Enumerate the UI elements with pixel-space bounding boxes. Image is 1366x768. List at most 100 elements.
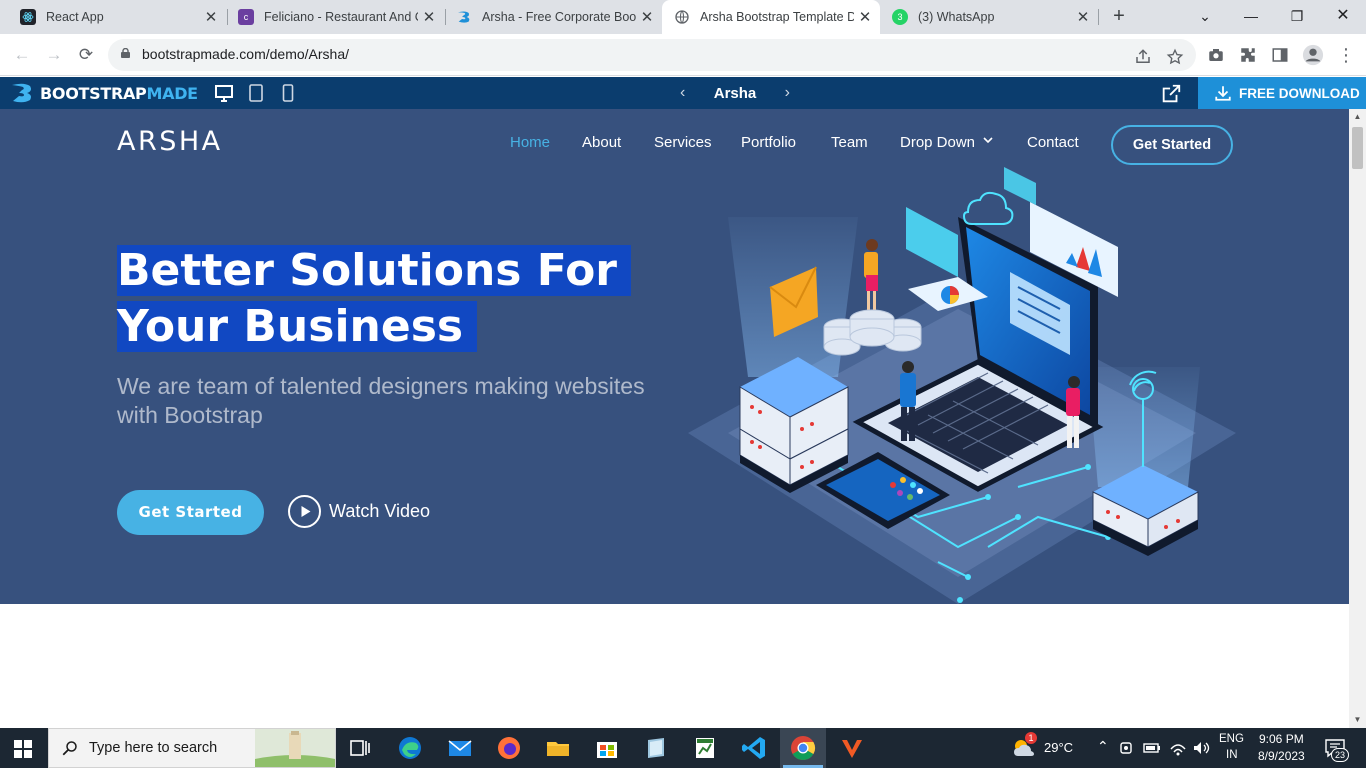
windows-start-icon[interactable] xyxy=(14,740,32,758)
tab-search-chevron-icon[interactable]: ⌄ xyxy=(1182,0,1228,34)
volume-icon[interactable] xyxy=(1191,739,1211,757)
notes-app-icon[interactable] xyxy=(642,734,670,762)
nav-team[interactable]: Team xyxy=(831,134,868,151)
clock-time[interactable]: 9:06 PM xyxy=(1259,732,1304,746)
tab-feliciano[interactable]: c Feliciano - Restaurant And Ca ✕ xyxy=(226,0,444,34)
close-window-icon[interactable]: ✕ xyxy=(1320,0,1366,34)
tab-whatsapp[interactable]: 3 (3) WhatsApp ✕ xyxy=(880,0,1098,34)
address-bar[interactable]: bootstrapmade.com/demo/Arsha/ xyxy=(108,39,1196,71)
template-switcher: ‹ Arsha › xyxy=(680,77,790,109)
language-line-2[interactable]: IN xyxy=(1226,749,1238,761)
chart-app-icon[interactable] xyxy=(691,734,719,762)
page-scrollbar[interactable]: ▲ ▼ xyxy=(1349,109,1366,728)
tablet-view-icon[interactable] xyxy=(246,83,266,103)
tab-close-icon[interactable]: ✕ xyxy=(200,8,222,26)
play-icon xyxy=(288,495,321,528)
nav-about[interactable]: About xyxy=(582,134,621,151)
lock-icon[interactable] xyxy=(120,48,131,58)
url-text[interactable]: bootstrapmade.com/demo/Arsha/ xyxy=(142,46,349,62)
camera-icon[interactable] xyxy=(1207,46,1225,64)
vscode-icon[interactable] xyxy=(740,734,768,762)
bootstrapmade-icon xyxy=(456,9,472,25)
wifi-icon[interactable] xyxy=(1168,739,1188,757)
page-viewport: ARSHA Home About Services Portfolio Team… xyxy=(0,109,1349,728)
edge-icon[interactable] xyxy=(396,734,424,762)
battery-icon[interactable] xyxy=(1142,739,1162,757)
colorlib-icon: c xyxy=(238,9,254,25)
tab-title: Feliciano - Restaurant And Ca xyxy=(264,10,418,24)
nav-contact[interactable]: Contact xyxy=(1027,134,1079,151)
extensions-puzzle-icon[interactable] xyxy=(1239,46,1257,64)
clock-date[interactable]: 8/9/2023 xyxy=(1258,749,1305,763)
share-icon[interactable] xyxy=(1134,48,1152,66)
tab-close-icon[interactable]: ✕ xyxy=(418,8,440,26)
notification-count-badge: 23 xyxy=(1331,748,1349,762)
tab-close-icon[interactable]: ✕ xyxy=(854,8,876,26)
hero-illustration xyxy=(688,167,1236,604)
vlc-like-app-icon[interactable] xyxy=(838,734,866,762)
minimize-icon[interactable]: — xyxy=(1228,0,1274,34)
chrome-menu-icon[interactable]: ⋮ xyxy=(1334,43,1358,67)
nav-dropdown-label: Drop Down xyxy=(900,134,976,151)
tab-arsha-bootstrapmade[interactable]: Arsha - Free Corporate Boots ✕ xyxy=(444,0,662,34)
hero-get-started-button[interactable]: Get Started xyxy=(117,490,264,535)
tab-arsha-demo[interactable]: Arsha Bootstrap Template De ✕ xyxy=(662,0,880,34)
browser-toolbar: ← → ⟳ bootstrapmade.com/demo/Arsha/ ⋮ xyxy=(0,34,1366,76)
chevron-up-icon[interactable]: ⌃ xyxy=(1097,738,1109,755)
desktop-view-icon[interactable] xyxy=(214,83,234,103)
download-icon xyxy=(1215,86,1231,101)
tab-react-app[interactable]: React App ✕ xyxy=(8,0,226,34)
free-download-button[interactable]: FREE DOWNLOAD xyxy=(1198,77,1366,109)
tab-close-icon[interactable]: ✕ xyxy=(636,8,658,26)
nav-services[interactable]: Services xyxy=(654,134,712,151)
mobile-view-icon[interactable] xyxy=(278,83,298,103)
back-arrow-icon[interactable]: ← xyxy=(10,43,34,67)
tab-close-icon[interactable]: ✕ xyxy=(1072,8,1094,26)
restore-icon[interactable]: ❐ xyxy=(1274,0,1320,34)
bootstrapmade-logo[interactable]: BOOTSTRAP MADE xyxy=(10,81,198,105)
microsoft-store-icon[interactable] xyxy=(593,734,621,762)
chevron-left-icon[interactable]: ‹ xyxy=(680,84,685,102)
reload-icon[interactable]: ⟳ xyxy=(74,43,98,67)
external-link-icon[interactable] xyxy=(1160,83,1182,105)
side-panel-icon[interactable] xyxy=(1271,46,1289,64)
task-view-icon[interactable] xyxy=(346,734,374,762)
profile-avatar-icon[interactable] xyxy=(1302,44,1324,66)
bookmark-star-icon[interactable] xyxy=(1166,48,1184,66)
tab-divider xyxy=(1098,9,1099,25)
nav-get-started-button[interactable]: Get Started xyxy=(1111,125,1233,165)
forward-arrow-icon[interactable]: → xyxy=(42,43,66,67)
search-icon xyxy=(62,741,77,756)
new-tab-plus-icon[interactable]: + xyxy=(1108,5,1130,27)
hero-title-line-2: Your Business xyxy=(117,299,478,355)
search-highlight-image-icon xyxy=(255,729,335,767)
demo-bar: BOOTSTRAP MADE ‹ Arsha › FREE DOWNLOAD xyxy=(0,77,1366,109)
brand-made: MADE xyxy=(146,83,198,103)
taskbar-search-box[interactable]: Type here to search xyxy=(48,728,336,768)
file-explorer-icon[interactable] xyxy=(544,734,572,762)
whatsapp-icon: 3 xyxy=(892,9,908,25)
watch-video-link[interactable]: Watch Video xyxy=(288,495,430,528)
chevron-right-icon[interactable]: › xyxy=(785,84,790,102)
chrome-icon[interactable] xyxy=(789,734,817,762)
hero-subtitle: We are team of talented designers making… xyxy=(117,373,645,428)
nav-dropdown[interactable]: Drop Down xyxy=(900,134,994,151)
mail-icon[interactable] xyxy=(446,734,474,762)
tab-title: (3) WhatsApp xyxy=(918,10,995,24)
watch-video-label: Watch Video xyxy=(329,501,431,521)
language-line-1[interactable]: ENG xyxy=(1219,733,1244,745)
nav-home[interactable]: Home xyxy=(510,134,550,151)
weather-temperature[interactable]: 29°C xyxy=(1044,740,1073,755)
scroll-up-icon[interactable]: ▲ xyxy=(1353,112,1362,121)
site-logo[interactable]: ARSHA xyxy=(117,126,223,157)
search-placeholder: Type here to search xyxy=(89,740,218,756)
browser-tab-strip: React App ✕ c Feliciano - Restaurant And… xyxy=(0,0,1366,34)
meet-now-icon[interactable] xyxy=(1118,739,1136,757)
hero-title-line-1: Better Solutions For xyxy=(117,243,632,299)
firefox-icon[interactable] xyxy=(495,734,523,762)
weather-badge: 1 xyxy=(1025,732,1037,744)
scrollbar-thumb[interactable] xyxy=(1352,127,1363,169)
scroll-down-icon[interactable]: ▼ xyxy=(1353,715,1362,724)
hero-title-text-2: Your Business xyxy=(117,301,478,352)
nav-portfolio[interactable]: Portfolio xyxy=(741,134,796,151)
